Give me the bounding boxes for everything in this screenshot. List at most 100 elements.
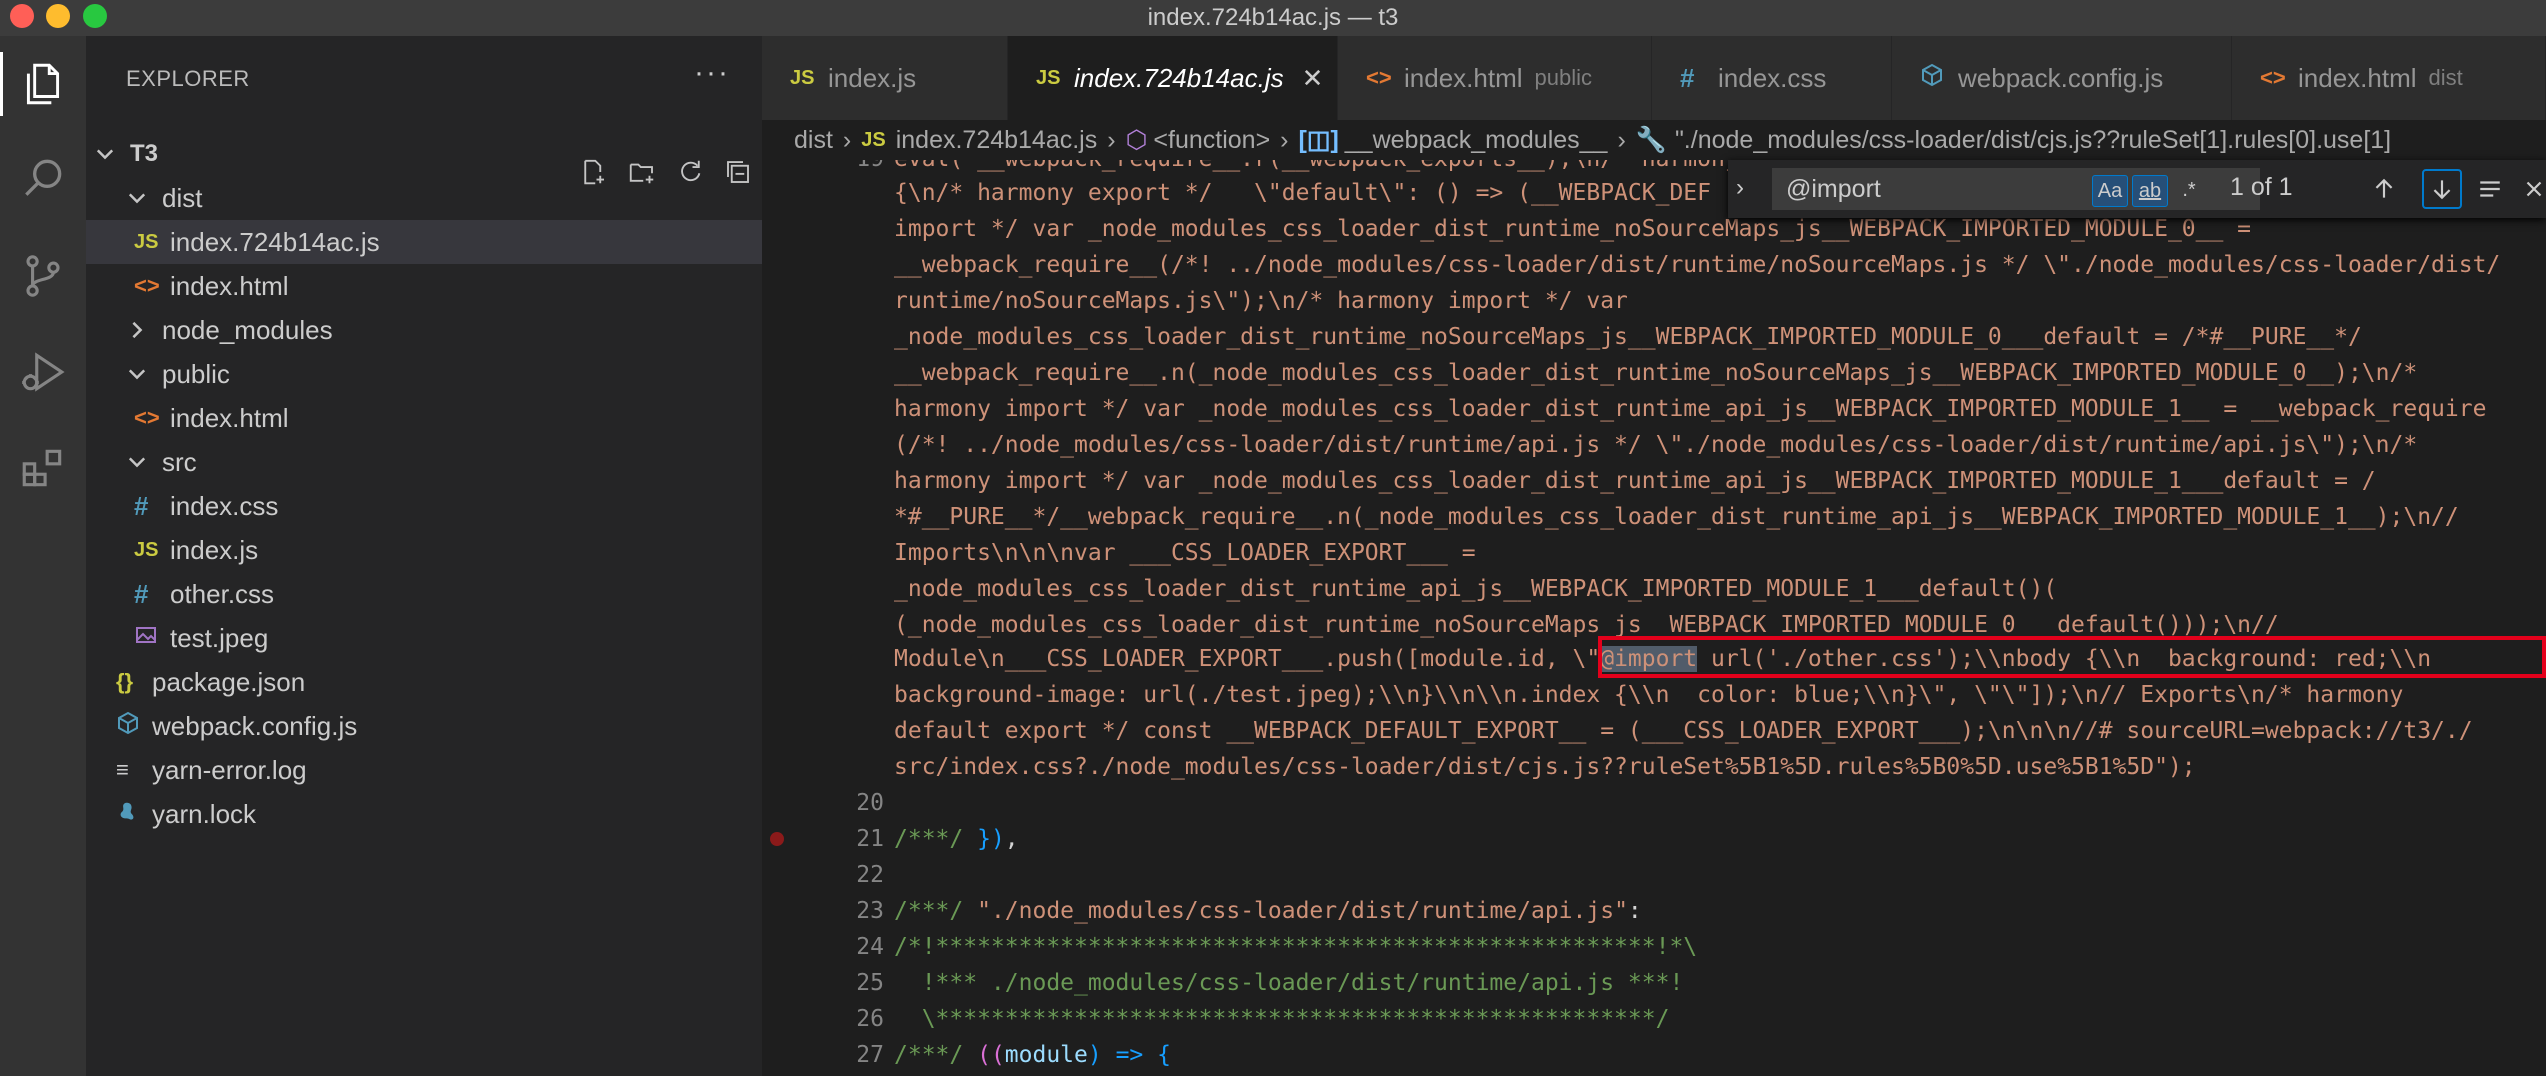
- tree-item-label: other.css: [170, 578, 275, 609]
- code-line: {\n/* harmony export */ \"default\": () …: [894, 180, 1711, 206]
- tab-index-js[interactable]: JS index.js: [762, 36, 1008, 120]
- close-find-icon[interactable]: [2514, 169, 2546, 209]
- breadcrumb-item[interactable]: index.724b14ac.js: [896, 126, 1098, 155]
- previous-match-icon[interactable]: [2364, 169, 2404, 209]
- css-file-icon: #: [1680, 62, 1695, 93]
- tab-index-html-public[interactable]: <> index.html public: [1338, 36, 1652, 120]
- file-yarn-error-log[interactable]: ≡ yarn-error.log: [86, 748, 792, 792]
- file-other-css[interactable]: # other.css: [86, 572, 810, 616]
- chevron-right-icon: ›: [842, 125, 852, 154]
- code-line: eval("__webpack_require__.r(__webpack_ex…: [894, 160, 1739, 172]
- file-test-jpeg[interactable]: test.jpeg: [86, 616, 810, 660]
- tab-index-724b14ac-js[interactable]: JS index.724b14ac.js ✕: [1008, 36, 1338, 120]
- js-file-icon: JS: [134, 230, 159, 253]
- code-line: _node_modules_css_loader_dist_runtime_no…: [894, 324, 2362, 350]
- tab-index-css[interactable]: # index.css: [1652, 36, 1892, 120]
- code-editor[interactable]: 19 eval("__webpack_require__.r(__webpack…: [762, 160, 2546, 1076]
- js-file-icon: JS: [790, 66, 815, 89]
- tree-item-label: src: [162, 446, 197, 477]
- yarn-file-icon: [116, 799, 150, 829]
- tree-item-label: index.js: [170, 534, 259, 565]
- property-icon: 🔧: [1635, 125, 1667, 154]
- file-index-724b14ac-js[interactable]: JS index.724b14ac.js: [86, 220, 810, 264]
- tab-label: index.html: [2298, 62, 2417, 93]
- line-number: 22: [856, 862, 884, 888]
- tree-item-label: yarn.lock: [152, 798, 257, 829]
- source-control-icon[interactable]: [0, 236, 86, 316]
- js-file-icon: JS: [861, 128, 886, 151]
- folder-src[interactable]: src: [86, 440, 802, 484]
- find-in-selection-icon[interactable]: [2470, 169, 2510, 209]
- file-dist-index-html[interactable]: <> index.html: [86, 264, 810, 308]
- title-bar: index.724b14ac.js — t3: [0, 0, 2546, 37]
- search-icon[interactable]: [0, 138, 86, 218]
- chevron-right-icon: ›: [1280, 125, 1289, 154]
- json-file-icon: {}: [116, 669, 134, 694]
- match-count: 1 of 1: [2230, 173, 2293, 201]
- breadcrumb-item[interactable]: dist: [794, 126, 833, 155]
- explorer-header: EXPLORER ···: [86, 36, 762, 120]
- folder-dist[interactable]: dist: [86, 176, 802, 220]
- close-tab-icon[interactable]: ✕: [1302, 63, 1324, 94]
- toggle-replace-icon[interactable]: ›: [1736, 174, 1744, 202]
- file-index-css[interactable]: # index.css: [86, 484, 810, 528]
- folder-node-modules[interactable]: node_modules: [86, 308, 802, 352]
- line-number: 27: [856, 1042, 884, 1068]
- code-comment: /***/: [894, 898, 978, 924]
- tab-index-html-dist[interactable]: <> index.html dist: [2232, 36, 2546, 120]
- whole-word-toggle[interactable]: ab: [2132, 175, 2168, 207]
- code-line: __webpack_require__(/*! ../node_modules/…: [894, 252, 2501, 278]
- html-file-icon: <>: [134, 273, 160, 298]
- editor-tabs: JS index.js JS index.724b14ac.js ✕ <> in…: [762, 36, 2546, 120]
- code-text: :: [1627, 898, 1642, 924]
- tab-description: public: [1534, 65, 1592, 90]
- line-number: 19: [762, 160, 884, 172]
- tree-item-label: public: [162, 358, 230, 389]
- code-bracket: {: [1157, 1042, 1171, 1068]
- code-line: /***/ }),: [894, 826, 1019, 852]
- regex-toggle[interactable]: .*: [2172, 175, 2206, 205]
- code-line: __webpack_require__.n(_node_modules_css_…: [894, 360, 2418, 386]
- tree-item-label: yarn-error.log: [152, 754, 307, 785]
- code-text: ,: [1004, 826, 1019, 852]
- file-public-index-html[interactable]: <> index.html: [86, 396, 810, 440]
- line-number: 25: [856, 970, 884, 996]
- tab-description: dist: [2428, 65, 2463, 90]
- activity-bar: [0, 36, 86, 1076]
- line-number: 21: [856, 826, 884, 852]
- folder-public[interactable]: public: [86, 352, 802, 396]
- code-bracket: ((: [977, 1042, 1005, 1068]
- line-number: 20: [856, 790, 884, 816]
- more-actions-icon[interactable]: ···: [694, 56, 730, 90]
- next-match-icon[interactable]: [2422, 169, 2462, 209]
- code-line: /***/ "./node_modules/css-loader/dist/ru…: [894, 898, 1642, 924]
- log-file-icon: ≡: [116, 757, 129, 782]
- tree-item-label: index.html: [170, 402, 289, 433]
- html-file-icon: <>: [2260, 65, 2286, 90]
- explorer-title: EXPLORER: [126, 66, 250, 91]
- tree-item-label: package.json: [152, 666, 306, 697]
- file-yarn-lock[interactable]: yarn.lock: [86, 792, 792, 836]
- breadcrumb-item[interactable]: "./node_modules/css-loader/dist/cjs.js??…: [1675, 126, 2391, 155]
- code-line: /***/ ((module) => {: [894, 1042, 1171, 1068]
- code-line: import */ var _node_modules_css_loader_d…: [894, 216, 2252, 242]
- extensions-icon[interactable]: [0, 428, 86, 508]
- match-case-toggle[interactable]: Aa: [2092, 175, 2128, 207]
- workspace-name: T3: [130, 140, 159, 167]
- breadcrumb-item[interactable]: <function>: [1153, 126, 1270, 155]
- explorer-icon[interactable]: [0, 44, 86, 124]
- explorer-sidebar: EXPLORER ··· T3 dist JS index.724b14ac.j…: [86, 36, 810, 1076]
- run-debug-icon[interactable]: [0, 332, 86, 412]
- file-index-js[interactable]: JS index.js: [86, 528, 810, 572]
- code-text: ) =>: [1087, 1042, 1158, 1068]
- tab-label: webpack.config.js: [1958, 62, 2164, 93]
- chevron-right-icon: ›: [1617, 125, 1626, 154]
- line-number: 24: [856, 934, 884, 960]
- tab-webpack-config-js[interactable]: webpack.config.js: [1892, 36, 2232, 120]
- file-package-json[interactable]: {} package.json: [86, 660, 792, 704]
- webpack-file-icon: [116, 711, 150, 741]
- css-file-icon: #: [134, 490, 149, 521]
- breadcrumb-item[interactable]: __webpack_modules__: [1345, 126, 1608, 155]
- file-webpack-config-js[interactable]: webpack.config.js: [86, 704, 792, 748]
- chevron-down-icon: [94, 145, 116, 163]
